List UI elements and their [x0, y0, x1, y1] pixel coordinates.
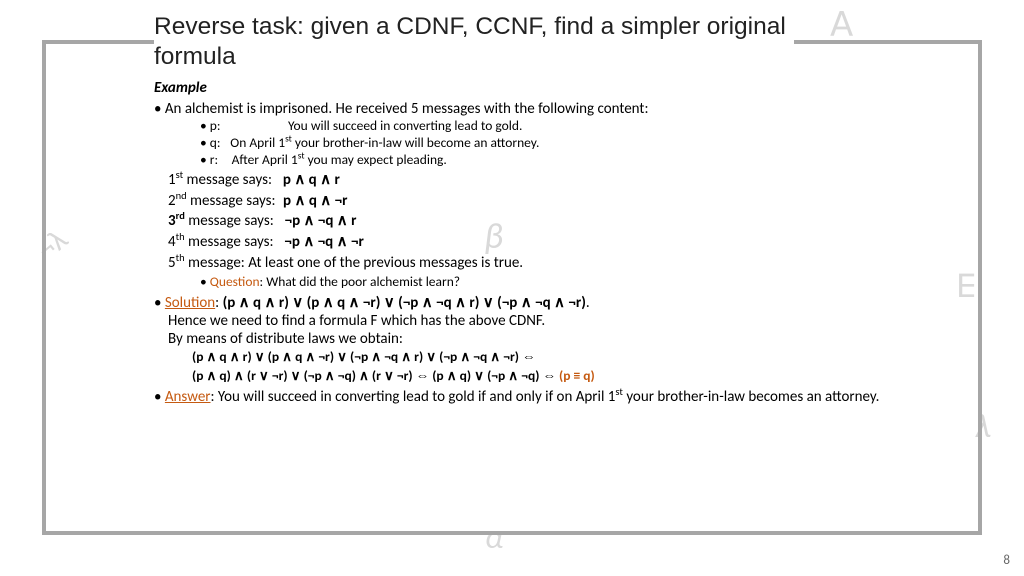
question-label: Question: [210, 273, 260, 290]
derivation-step-2: (p ∧ q) ∧ (r ∨ ¬r) ∨ (¬p ∧ ¬q) ∧ (r ∨ ¬r…: [192, 367, 964, 385]
page-number: 8: [1003, 553, 1010, 568]
def-q: q: On April 1st your brother-in-law will…: [200, 135, 964, 152]
example-label: Example: [154, 80, 964, 98]
def-r: r: After April 1st you may expect pleadi…: [200, 152, 964, 169]
def-p: p: You will succeed in converting lead t…: [200, 118, 964, 135]
message-1: 1st message says: p ∧ q ∧ r: [168, 172, 964, 190]
solution-line3: By means of distribute laws we obtain:: [168, 330, 403, 348]
message-3-formula: ¬p ∧ ¬q ∧ r: [285, 212, 357, 230]
solution-cdnf: (p ∧ q ∧ r) ∨ (p ∧ q ∧ ¬r) ∨ (¬p ∧ ¬q ∧ …: [223, 294, 586, 312]
message-4: 4th message says: ¬p ∧ ¬q ∧ ¬r: [168, 234, 964, 252]
message-4-formula: ¬p ∧ ¬q ∧ ¬r: [284, 233, 363, 251]
solution-line2: Hence we need to find a formula F which …: [168, 312, 545, 330]
solution-label: Solution: [165, 294, 215, 312]
message-1-formula: p ∧ q ∧ r: [283, 171, 340, 189]
slide-title: Reverse task: given a CDNF, CCNF, find a…: [154, 10, 794, 76]
intro-text: An alchemist is imprisoned. He received …: [165, 100, 649, 118]
final-equivalence: (p ≡ q): [559, 367, 595, 384]
message-2-formula: p ∧ q ∧ ¬r: [283, 192, 347, 210]
question-bullet: Question: What did the poor alchemist le…: [200, 274, 964, 291]
question-text: : What did the poor alchemist learn?: [260, 273, 461, 290]
derivation-step-1: (p ∧ q ∧ r) ∨ (p ∧ q ∧ ¬r) ∨ (¬p ∧ ¬q ∧ …: [192, 348, 964, 366]
message-2: 2nd message says: p ∧ q ∧ ¬r: [168, 193, 964, 211]
message-3: 3rd message says: ¬p ∧ ¬q ∧ r: [168, 213, 964, 231]
slide-content: Reverse task: given a CDNF, CCNF, find a…: [0, 0, 1024, 576]
intro-bullet: An alchemist is imprisoned. He received …: [154, 101, 964, 119]
answer-label: Answer: [165, 388, 211, 406]
message-5: 5th message: At least one of the previou…: [168, 255, 964, 273]
solution-bullet: Solution: (p ∧ q ∧ r) ∨ (p ∧ q ∧ ¬r) ∨ (…: [154, 295, 964, 348]
answer-bullet: Answer: You will succeed in converting l…: [154, 389, 964, 407]
